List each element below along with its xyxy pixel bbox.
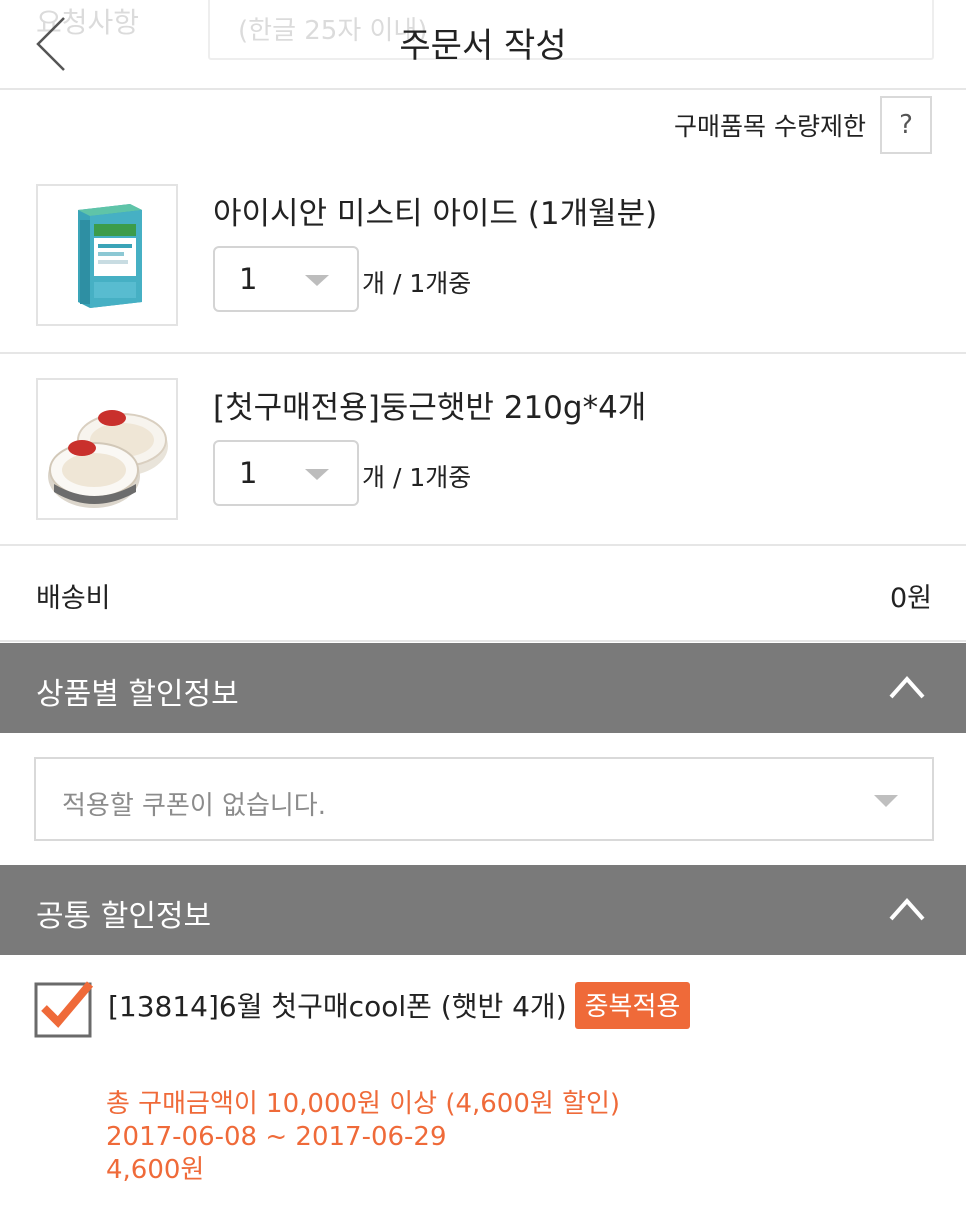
dropdown-arrow-icon [305,469,329,480]
dropdown-arrow-icon [874,795,898,807]
product-discount-header[interactable]: 상품별 할인정보 [0,643,966,733]
product-name[interactable]: [첫구매전용]둥근햇반 210g*4개 [213,382,646,427]
chevron-up-icon [889,675,925,699]
rice-bowl-image [48,410,168,508]
quantity-select[interactable]: 1 [213,246,359,312]
quantity-limit-row: 구매품목 수량제한 ? [674,96,932,154]
coupon-details: 총 구매금액이 10,000원 이상 (4,600원 할인) 2017-06-0… [106,1088,620,1187]
coupon-condition: 총 구매금액이 10,000원 이상 (4,600원 할인) [106,1089,621,1119]
checkmark-icon [34,981,94,1038]
quantity-select[interactable]: 1 [213,440,359,506]
shipping-fee-value: 0원 [889,583,932,614]
coupon-select-placeholder: 적용할 쿠폰이 없습니다. [62,791,326,821]
coupon-checkbox[interactable] [34,980,94,1038]
help-button[interactable]: ? [880,96,932,154]
header-bar: 요청사항 (한글 25자 이내) 주문서 작성 [0,0,966,90]
quantity-of-total: 개 / 1개중 [362,269,472,298]
chevron-up-icon [889,897,925,921]
product-thumbnail [36,184,178,326]
coupon-amount: 4,600원 [106,1155,205,1185]
shipping-fee-row: 배송비 0원 [0,546,966,642]
page-title: 주문서 작성 [399,26,567,66]
product-name[interactable]: 아이시안 미스티 아이드 (1개월분) [213,188,657,233]
coupon-title: [13814]6월 첫구매cool폰 (햇반 4개) 중복적용 [108,982,691,1029]
quantity-value: 1 [239,456,258,490]
quantity-of-total: 개 / 1개중 [362,463,472,492]
shipping-fee-label: 배송비 [36,583,111,614]
common-discount-header[interactable]: 공통 할인정보 [0,865,966,955]
dropdown-arrow-icon [305,275,329,286]
product-box-image [78,204,142,308]
coupon-select[interactable]: 적용할 쿠폰이 없습니다. [34,757,934,841]
order-item: 아이시안 미스티 아이드 (1개월분) 1 개 / 1개중 [0,158,966,352]
section-title: 상품별 할인정보 [36,677,239,712]
section-title: 공통 할인정보 [36,899,212,934]
coupon-period: 2017-06-08 ~ 2017-06-29 [106,1122,447,1152]
product-thumbnail [36,378,178,520]
order-item: [첫구매전용]둥근햇반 210g*4개 1 개 / 1개중 [0,352,966,546]
coupon-name-text: [13814]6월 첫구매cool폰 (햇반 4개) [108,990,567,1023]
quantity-value: 1 [239,262,258,296]
quantity-limit-label: 구매품목 수량제한 [674,112,866,141]
duplicate-apply-badge: 중복적용 [574,982,691,1029]
